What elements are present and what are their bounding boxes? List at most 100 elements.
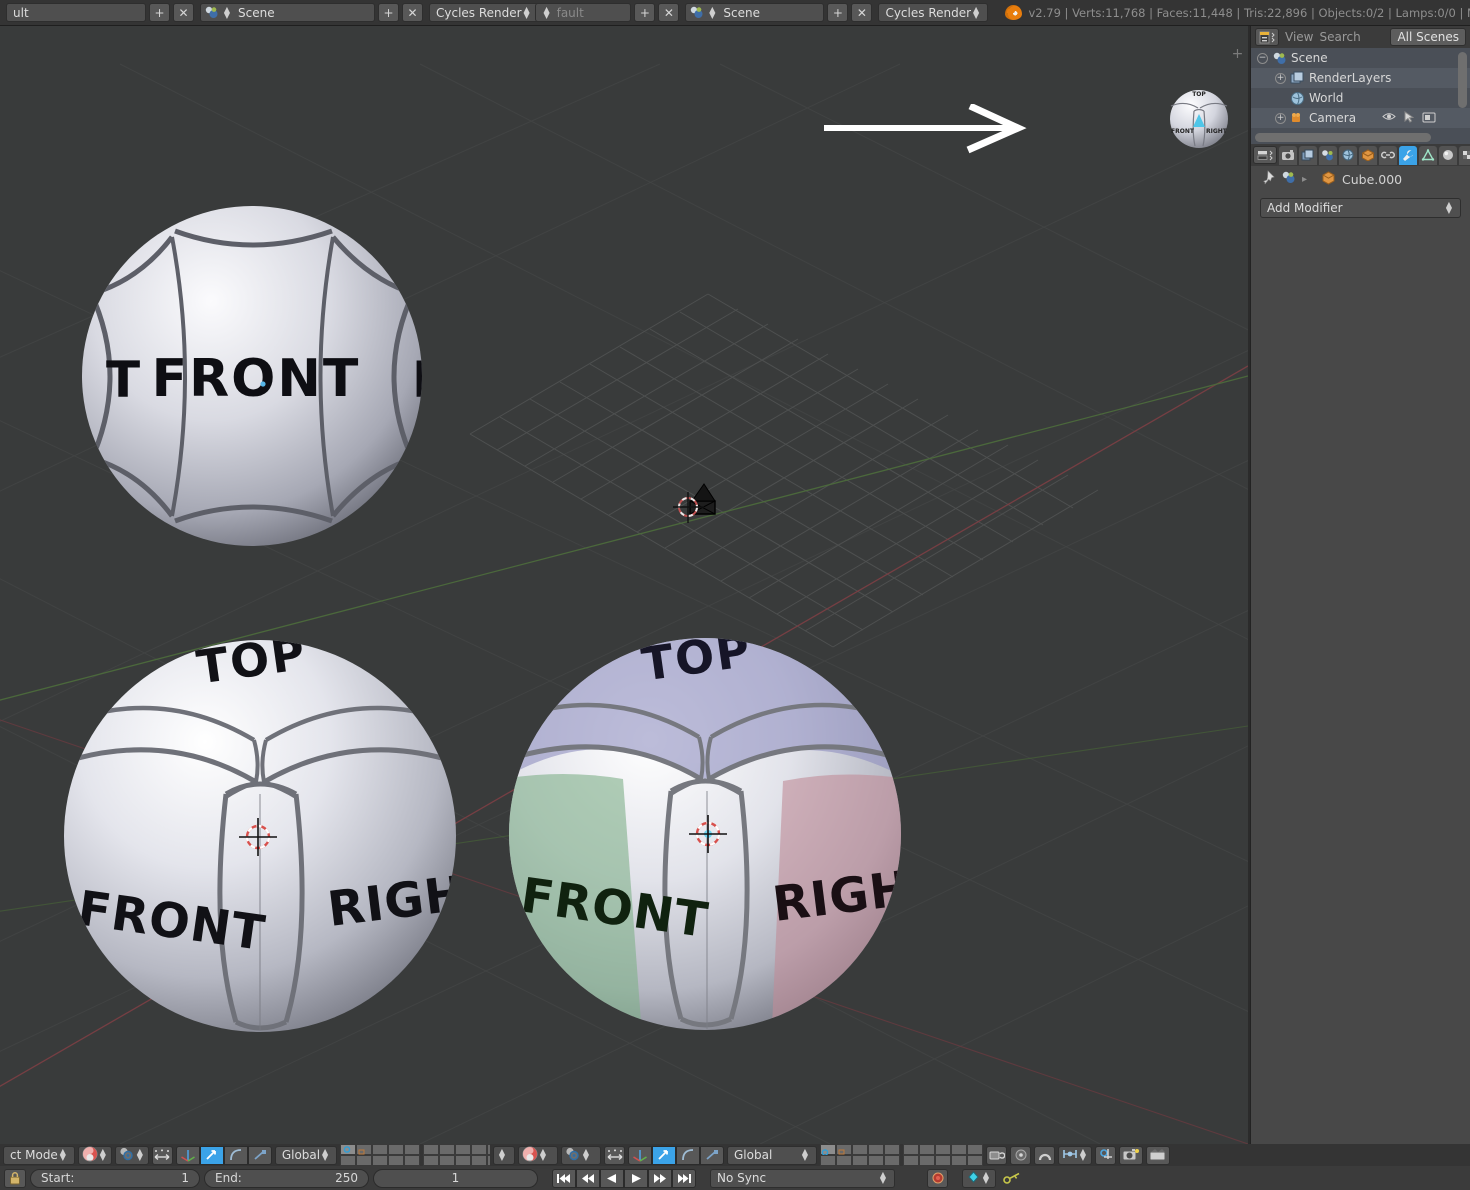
scene-delete-button-3[interactable]: ✕ bbox=[851, 3, 873, 22]
pivot-spinner-2[interactable]: ▲ ▼ bbox=[581, 1148, 591, 1162]
tab-world[interactable] bbox=[1339, 145, 1357, 165]
transform-orientation-select[interactable]: Global ▲ ▼ bbox=[274, 1145, 338, 1165]
manipulator-toggle-button-2[interactable] bbox=[604, 1145, 625, 1165]
scene-add-button-3[interactable]: + bbox=[827, 3, 849, 22]
auto-keyframe-button[interactable] bbox=[927, 1168, 948, 1188]
keying-set-button[interactable] bbox=[1000, 1169, 1026, 1188]
manipulator-translate-button[interactable] bbox=[175, 1145, 200, 1165]
layer-18[interactable] bbox=[455, 1155, 472, 1166]
screen-layout-field[interactable]: ult bbox=[6, 3, 146, 22]
lock-to-scene-button[interactable] bbox=[4, 1168, 26, 1188]
tab-object[interactable] bbox=[1359, 145, 1377, 165]
sphere-solid-left[interactable]: TOP FRONT RIGHT bbox=[58, 634, 463, 1039]
timeline-editor-type-button[interactable]: ▲ ▼ bbox=[493, 1145, 515, 1165]
camera-object[interactable] bbox=[660, 456, 750, 526]
manipulator-rotate-button-2[interactable] bbox=[676, 1145, 700, 1165]
outliner-row-world[interactable]: + World bbox=[1251, 88, 1470, 108]
layer-7[interactable] bbox=[356, 1155, 373, 1166]
shading-spinner-2[interactable]: ▲ ▼ bbox=[538, 1148, 548, 1162]
manipulator-active-button[interactable] bbox=[199, 1145, 224, 1165]
shading-spinner[interactable]: ▲ ▼ bbox=[98, 1148, 108, 1162]
jump-to-end-button[interactable] bbox=[672, 1168, 696, 1188]
properties-editor-type-button[interactable] bbox=[1253, 146, 1277, 164]
screen-layout-field-2[interactable]: ▲ ▼ fault bbox=[534, 3, 632, 22]
render-engine-select-2[interactable]: Cycles Render ▲ ▼ bbox=[878, 3, 989, 22]
layer-19[interactable] bbox=[471, 1155, 488, 1166]
add-modifier-button[interactable]: Add Modifier ▲ ▼ bbox=[1260, 198, 1461, 218]
render-engine-spinner-2[interactable]: ▲ ▼ bbox=[971, 5, 981, 19]
scene-layers-group-1[interactable] bbox=[340, 1144, 421, 1166]
manipulator-translate-button-2[interactable] bbox=[628, 1145, 652, 1165]
outliner-horizontal-scrollbar[interactable] bbox=[1255, 133, 1431, 142]
breadcrumb-scene-icon[interactable] bbox=[1281, 170, 1296, 188]
manipulator-active-button-2[interactable] bbox=[652, 1145, 676, 1165]
outliner-row-camera[interactable]: + Camera bbox=[1251, 108, 1470, 128]
frame-end-field[interactable]: End: 250 bbox=[204, 1168, 369, 1188]
restrict-render-icon[interactable] bbox=[1422, 111, 1436, 126]
layer-9[interactable] bbox=[388, 1155, 405, 1166]
outliner-vertical-scrollbar[interactable] bbox=[1458, 52, 1467, 108]
restrict-view-icon[interactable] bbox=[1382, 111, 1396, 125]
screen-add-button-2[interactable]: + bbox=[634, 3, 656, 22]
layer-14[interactable] bbox=[471, 1144, 488, 1155]
keyframe-type-select[interactable]: ▲ ▼ bbox=[962, 1168, 996, 1188]
manipulator-scale-button[interactable] bbox=[247, 1145, 272, 1165]
interaction-mode-spinner[interactable]: ▲ ▼ bbox=[58, 1148, 68, 1162]
expand-icon[interactable]: + bbox=[1275, 72, 1286, 84]
pin-icon[interactable] bbox=[1259, 169, 1275, 189]
layer-11[interactable] bbox=[423, 1144, 440, 1155]
outliner-row-renderlayers[interactable]: + RenderLayers bbox=[1251, 68, 1470, 88]
lock-camera-button-2[interactable] bbox=[986, 1145, 1007, 1165]
expand-icon-2[interactable]: + bbox=[1275, 112, 1286, 124]
manipulator-toggle-button[interactable] bbox=[151, 1145, 173, 1165]
render-engine-spinner[interactable]: ▲ ▼ bbox=[522, 5, 532, 19]
viewport-shading-select[interactable]: ▲ ▼ bbox=[77, 1145, 112, 1165]
screen-layout-spinner-2[interactable]: ▲ ▼ bbox=[542, 5, 552, 19]
scene-browse-spinner[interactable]: ▲ ▼ bbox=[222, 5, 232, 19]
layer-2[interactable] bbox=[356, 1144, 373, 1155]
orientation-spinner-2[interactable]: ▲ ▼ bbox=[800, 1148, 810, 1162]
tab-material[interactable] bbox=[1439, 145, 1457, 165]
layer-8[interactable] bbox=[372, 1155, 389, 1166]
layer-10[interactable] bbox=[404, 1155, 421, 1166]
manipulator-rotate-button[interactable] bbox=[223, 1145, 248, 1165]
render-image-button[interactable] bbox=[1119, 1145, 1143, 1165]
sphere-textured-right[interactable]: TOP FRONT RIGHT bbox=[503, 629, 908, 1039]
layer-4[interactable] bbox=[388, 1144, 405, 1155]
sync-mode-spinner[interactable]: ▲ ▼ bbox=[878, 1171, 888, 1185]
layer-12[interactable] bbox=[439, 1144, 456, 1155]
outliner-search-menu[interactable]: Search bbox=[1319, 30, 1360, 44]
outliner-editor-type-button[interactable] bbox=[1255, 28, 1279, 46]
scene-field-2[interactable]: ▲ ▼ Scene bbox=[685, 3, 825, 22]
snap-target-button[interactable] bbox=[1010, 1145, 1031, 1165]
render-animation-button[interactable] bbox=[1146, 1145, 1170, 1165]
layer-17[interactable] bbox=[439, 1155, 456, 1166]
restrict-select-icon[interactable] bbox=[1404, 110, 1415, 126]
interaction-mode-select[interactable]: ct Mode ▲ ▼ bbox=[3, 1145, 75, 1165]
editor-type-spinner[interactable]: ▲ ▼ bbox=[497, 1148, 507, 1162]
scene-delete-button[interactable]: ✕ bbox=[402, 3, 423, 22]
screen-delete-button-2[interactable]: ✕ bbox=[658, 3, 680, 22]
pivot-point-select-2[interactable]: ▲ ▼ bbox=[561, 1145, 601, 1165]
tab-modifiers[interactable] bbox=[1399, 145, 1417, 165]
outliner-tree[interactable]: − Scene + RenderLayers + World bbox=[1251, 48, 1470, 144]
tab-data[interactable] bbox=[1419, 145, 1437, 165]
tab-render[interactable] bbox=[1279, 145, 1297, 165]
play-reverse-button[interactable] bbox=[600, 1168, 624, 1188]
keyframe-type-spinner[interactable]: ▲ ▼ bbox=[981, 1171, 991, 1185]
sphere-render-preview[interactable]: FRONT T RI bbox=[80, 201, 425, 561]
layer-6[interactable] bbox=[340, 1155, 357, 1166]
proportional-edit-select[interactable]: ▲ ▼ bbox=[1058, 1145, 1092, 1165]
collapse-icon[interactable]: − bbox=[1257, 52, 1268, 64]
scene-layers-group-4[interactable] bbox=[903, 1144, 983, 1166]
viewport-add-region-button[interactable]: + bbox=[1231, 47, 1244, 62]
tab-constraints[interactable] bbox=[1379, 145, 1397, 165]
layer-5[interactable] bbox=[404, 1144, 421, 1155]
proportional-spinner[interactable]: ▲ ▼ bbox=[1078, 1148, 1088, 1162]
layer-13[interactable] bbox=[455, 1144, 472, 1155]
orientation-spinner[interactable]: ▲ ▼ bbox=[320, 1148, 330, 1162]
pivot-spinner[interactable]: ▲ ▼ bbox=[135, 1148, 145, 1162]
screen-delete-button[interactable]: ✕ bbox=[173, 3, 194, 22]
sync-mode-select[interactable]: No Sync ▲ ▼ bbox=[710, 1168, 895, 1188]
tab-scene[interactable] bbox=[1319, 145, 1337, 165]
